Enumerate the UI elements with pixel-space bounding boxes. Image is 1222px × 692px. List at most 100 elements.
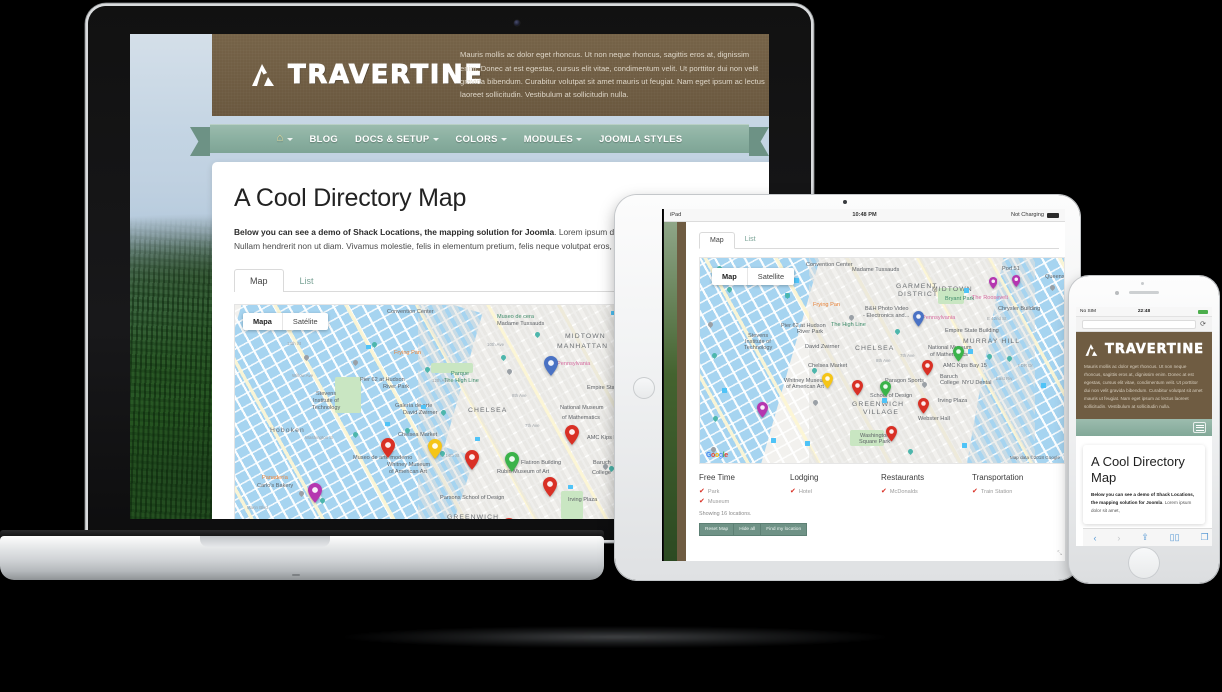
map-label: Marin Blvd [247,504,268,510]
phone-home-button[interactable] [1128,547,1160,579]
map-marker-pin[interactable] [543,476,557,497]
map-label: E 42nd St [987,316,1007,321]
tab-map[interactable]: Map [234,268,284,292]
map-marker-pin[interactable] [953,346,964,362]
map-marker-pin[interactable] [918,398,929,414]
nav-item-colors[interactable]: COLORS [456,133,507,144]
legend-checkbox-museum[interactable]: ✔ Museum [699,498,790,505]
back-icon[interactable]: ‹ [1093,533,1096,543]
resize-handle-icon[interactable]: ⤡ [1057,551,1062,558]
map-marker-pin[interactable] [465,449,479,470]
reload-icon[interactable]: ⟳ [1200,320,1206,328]
map-marker-pin[interactable] [922,360,933,376]
map-label: Convention Center [387,308,434,315]
google-logo: Google [706,452,728,459]
share-icon[interactable]: ⇪ [1141,532,1149,543]
phone-url-bar[interactable]: ⟳ [1076,317,1212,332]
map-label: Whitney Museum [387,461,431,468]
main-navigation: ⌂ BLOG DOCS & SETUP COLORS MODULES JOOMLA STY… [190,124,769,156]
map-poi-icon [385,421,390,427]
nav-item-modules[interactable]: MODULES [524,133,583,144]
showcase-stage: TRAVERTINE Mauris mollis ac dolor eget r… [0,0,1222,692]
map-marker-pin[interactable] [565,424,579,445]
map-label: Irving Plaza [938,398,968,404]
map-label: The Roosevelt [972,295,1009,301]
header-description: Mauris mollis ac dolor eget rhoncus. Ut … [460,50,765,100]
chevron-down-icon [286,138,293,141]
tab-map[interactable]: Map [699,232,735,249]
map-poi-icon [882,398,887,403]
find-my-location-button[interactable]: Find my location [760,523,808,536]
map-label: Pier 62 at Hudson [360,376,405,383]
legend-checkbox-hotel[interactable]: ✔ Hotel [790,488,881,495]
map-label: School of Design [870,393,913,399]
map-marker-pin[interactable] [308,482,322,503]
map-marker-pin[interactable] [913,311,924,327]
tabs-icon[interactable]: ❐ [1200,532,1208,543]
map-label: Institute of [313,397,339,404]
map-label: Chrysler Building [998,306,1041,312]
map-label: Frying Pan [394,349,422,356]
map-type-map[interactable]: Map [712,268,747,285]
tab-list[interactable]: List [284,269,330,292]
legend-checkbox-train-station[interactable]: ✔ Train Station [972,488,1063,495]
phone-navigation [1076,419,1212,437]
phone-header-description: Mauris mollis ac dolor eget rhoncus. Ut … [1084,364,1203,410]
hide-all-button[interactable]: Hide all [733,523,761,536]
map-marker-pin[interactable] [852,380,863,396]
map-label: VILLAGE [863,409,900,416]
map-label: B&H Photo Video [865,306,909,312]
map-action-buttons: Reset Map Hide all Find my location [699,523,1065,536]
map-type-satlite[interactable]: Satélite [281,312,328,330]
nav-item-blog[interactable]: BLOG [310,133,338,144]
map-label: Willow Ave [292,372,314,378]
map-label: Galería de arte [395,402,433,409]
phone-url-input[interactable] [1082,319,1197,329]
map-label: David Zwirner [403,409,438,416]
legend-checkbox-park[interactable]: ✔ Park [699,488,790,495]
phone-time: 22:48 [1137,309,1151,314]
hamburger-menu-icon[interactable] [1193,422,1206,434]
site-header: TRAVERTINE Mauris mollis ac dolor eget r… [212,34,769,116]
map-marker-pin[interactable] [822,373,833,389]
map-poi-icon [366,344,371,350]
checkmark-icon: ✔ [699,488,705,495]
map-label: FDR Dr [1018,363,1033,368]
map-type-satellite[interactable]: Satellite [746,268,794,285]
nav-item-joomla-styles[interactable]: JOOMLA STYLES [599,133,682,144]
site-logo[interactable]: TRAVERTINE [250,60,483,90]
checkmark-icon: ✔ [972,488,978,495]
map-label: MIDTOWN [565,332,606,340]
tablet-google-map[interactable]: Convention Center Madame Tussauds Pod 51 Qu… [699,257,1065,464]
map-label: River Park [383,383,410,390]
map-marker-pin[interactable] [381,437,395,458]
nav-item-label: BLOG [309,133,338,144]
mountain-logo-icon [1085,343,1098,356]
map-marker-pin[interactable] [757,402,768,418]
map-label: AMC Kips Bay 15 [943,363,987,369]
checkmark-icon: ✔ [881,488,887,495]
legend-column: Lodging ✔ Hotel [790,473,881,508]
map-marker-pin[interactable] [505,451,519,472]
map-type-switch: Map Satellite [712,268,795,285]
legend-checkbox-mcdonalds[interactable]: ✔ McDonalds [881,488,972,495]
nav-item-docs-setup[interactable]: DOCS & SETUP [355,133,439,144]
nav-item-home[interactable]: ⌂ [277,133,293,144]
google-map[interactable]: Convention Center Museo de cera Madame Tus… [234,303,652,519]
tablet-home-button[interactable] [633,376,655,399]
tab-list[interactable]: List [735,232,766,248]
map-marker-pin[interactable] [428,438,442,459]
map-marker-pin[interactable] [1012,274,1021,287]
phone-logo[interactable]: TRAVERTINE [1084,342,1204,357]
map-marker-pin[interactable] [989,276,998,289]
map-marker-pin[interactable] [880,381,891,397]
tablet-content-tabs: Map List [699,232,1059,249]
map-marker-pin[interactable] [544,355,558,376]
bookmarks-icon[interactable]: ▯▯ [1170,532,1180,543]
map-marker-pin[interactable] [886,426,897,442]
map-label: Chelsea Market [398,431,438,438]
reset-map-button[interactable]: Reset Map [699,523,734,536]
map-marker-pin[interactable] [502,517,516,519]
map-type-mapa[interactable]: Mapa [243,313,282,330]
map-label: 8th Ave [876,358,891,363]
